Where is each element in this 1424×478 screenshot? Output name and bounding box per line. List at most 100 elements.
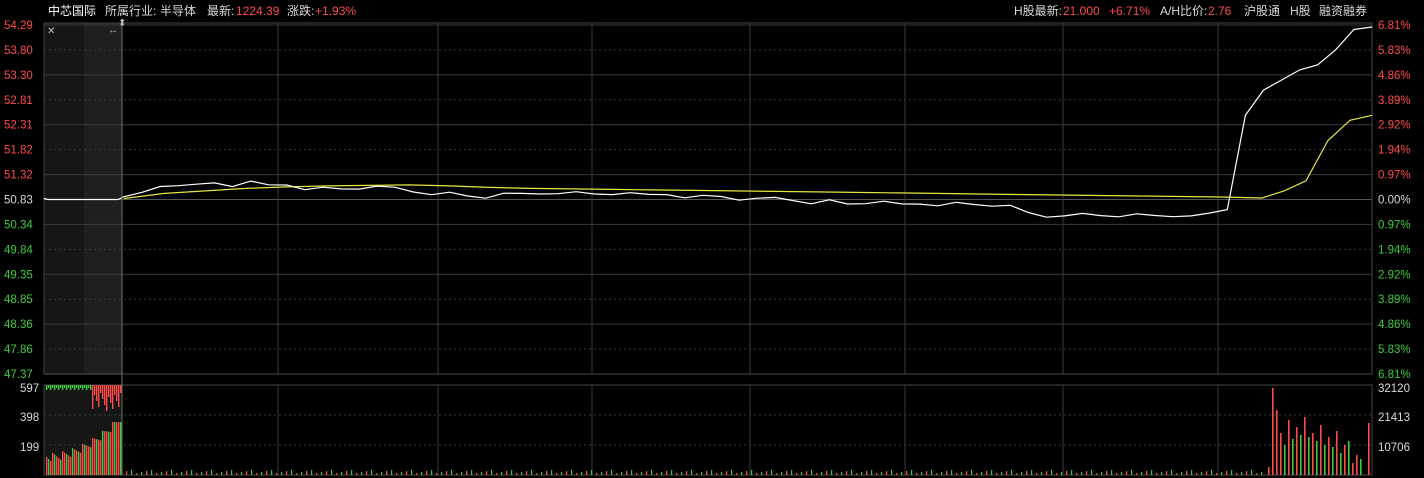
volume-bar-top xyxy=(70,385,72,390)
volume-bar xyxy=(106,431,108,475)
percent-tick-label: 0.97% xyxy=(1378,170,1411,182)
volume-bar-top xyxy=(100,385,102,393)
volume-bar xyxy=(1251,470,1253,475)
volume-bar xyxy=(816,473,818,475)
volume-bar xyxy=(211,470,213,475)
volume-bar xyxy=(52,452,54,475)
volume-bar xyxy=(1136,473,1138,475)
percent-tick-label: 6.81% xyxy=(1378,20,1411,32)
resize-icon[interactable]: ↔ xyxy=(108,26,118,36)
volume-bar xyxy=(731,470,733,475)
volume-bar-top xyxy=(88,385,90,388)
volume-bar xyxy=(866,471,868,475)
volume-bar xyxy=(416,473,418,475)
volume-bar xyxy=(451,470,453,475)
drag-handle-icon[interactable]: ⬍ xyxy=(118,19,126,29)
volume-bar-top xyxy=(58,385,60,390)
volume-bar xyxy=(846,471,848,475)
volume-bar xyxy=(496,473,498,475)
price-tick-label: 52.31 xyxy=(4,120,33,132)
percent-tick-label: 5.83% xyxy=(1378,45,1411,57)
volume-bar xyxy=(641,472,643,475)
volume-bar xyxy=(446,471,448,475)
volume-bar xyxy=(856,473,858,475)
volume-bar xyxy=(471,470,473,475)
volume-bar xyxy=(1031,470,1033,475)
volume-bar xyxy=(306,471,308,475)
volume-bar xyxy=(271,470,273,475)
volume-bar xyxy=(1186,471,1188,475)
volume-bar xyxy=(511,470,513,475)
volume-bar xyxy=(70,456,72,475)
percent-tick-label: 2.92% xyxy=(1378,120,1411,132)
volume-bar xyxy=(661,472,663,475)
volume-bar xyxy=(1272,388,1274,475)
volume-bar xyxy=(1016,473,1018,475)
volume-bar xyxy=(771,470,773,475)
volume-bar xyxy=(561,472,563,475)
volume-bar xyxy=(351,470,353,475)
price-tick-label: 50.34 xyxy=(4,219,33,231)
volume-bar-top xyxy=(56,385,58,388)
volume-bar xyxy=(96,439,98,475)
volume-bar xyxy=(104,431,106,475)
volume-bar xyxy=(996,473,998,475)
volume-bar xyxy=(666,471,668,475)
price-tick-label: 51.32 xyxy=(4,170,33,182)
volume-bar xyxy=(1360,459,1362,475)
volume-bar xyxy=(186,471,188,475)
volume-bar-top xyxy=(78,385,80,390)
volume-bar xyxy=(581,472,583,475)
volume-bar xyxy=(1046,471,1048,475)
close-icon[interactable]: ✕ xyxy=(47,27,55,37)
volume-bar xyxy=(981,472,983,475)
volume-bar xyxy=(1288,420,1290,475)
percent-tick-label: 6.81% xyxy=(1378,369,1411,381)
volume-bar xyxy=(876,473,878,475)
volume-bar xyxy=(971,470,973,475)
volume-bar xyxy=(1021,472,1023,475)
volume-bar xyxy=(1106,471,1108,475)
volume-bar-top xyxy=(52,385,54,388)
volume-bar xyxy=(596,473,598,475)
volume-bar xyxy=(246,471,248,475)
volume-bar xyxy=(861,472,863,475)
volume-bar-top xyxy=(62,385,64,390)
volume-bar xyxy=(781,472,783,475)
volume-bar xyxy=(46,457,48,475)
volume-tick-label: 597 xyxy=(20,383,39,395)
volume-bar xyxy=(251,470,253,475)
volume-bar xyxy=(1300,435,1302,475)
volume-bar xyxy=(1171,470,1173,475)
volume-bar xyxy=(571,470,573,475)
price-tick-label: 47.86 xyxy=(4,344,33,356)
volume-bar xyxy=(1276,410,1278,475)
volume-bar-top xyxy=(120,385,122,393)
volume-bar xyxy=(50,460,52,475)
volume-bar xyxy=(1308,437,1310,475)
volume-bar-top xyxy=(102,385,104,399)
volume-bar xyxy=(1268,467,1270,475)
volume-bar xyxy=(646,471,648,475)
volume-frame xyxy=(43,384,1373,476)
volume-bar xyxy=(196,473,198,475)
volume-bar-top xyxy=(92,385,94,409)
volume-bar xyxy=(921,472,923,475)
volume-bar xyxy=(606,471,608,475)
volume-bar xyxy=(691,470,693,475)
volume-bar xyxy=(776,473,778,475)
volume-bar xyxy=(311,470,313,475)
volume-bar xyxy=(56,456,58,475)
volume-bar xyxy=(476,473,478,475)
volume-bar xyxy=(926,471,928,475)
volume-bar-top xyxy=(68,385,70,388)
volume-bar xyxy=(991,470,993,475)
price-tick-label: 48.36 xyxy=(4,319,33,331)
volume-bar xyxy=(1061,472,1063,475)
volume-bar xyxy=(486,471,488,475)
percent-tick-label: 3.89% xyxy=(1378,95,1411,107)
volume-bar xyxy=(1041,472,1043,475)
volume-bar xyxy=(796,473,798,475)
volume-bar xyxy=(701,472,703,475)
volume-bar xyxy=(751,470,753,475)
